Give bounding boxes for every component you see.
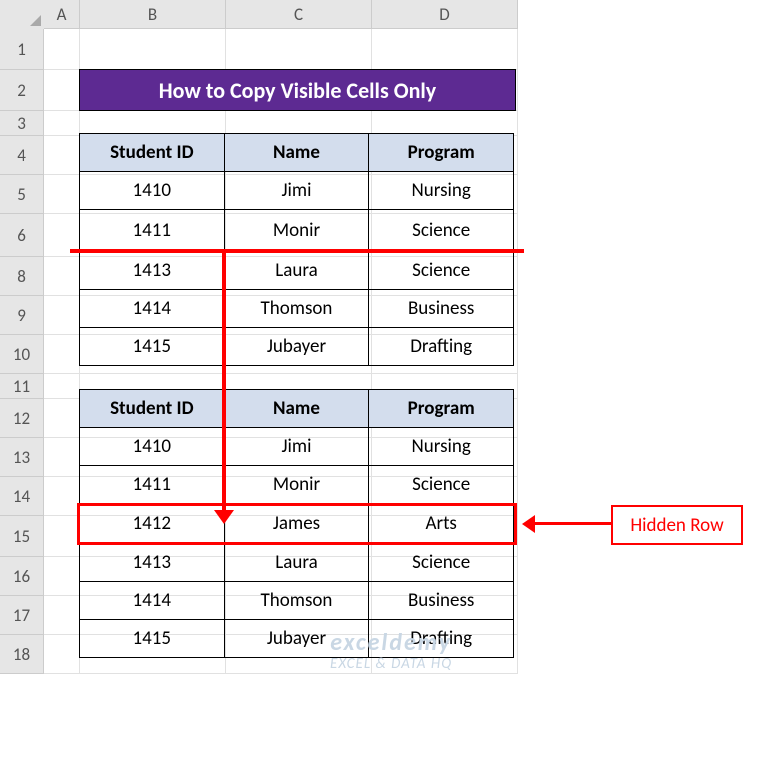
cell[interactable]: Science <box>369 210 514 252</box>
cell[interactable]: 1415 <box>80 620 225 658</box>
cell[interactable]: 1410 <box>80 428 225 466</box>
table-row[interactable]: 1410 Jimi Nursing <box>80 172 514 210</box>
table-row[interactable]: 1414 Thomson Business <box>80 290 514 328</box>
cell[interactable]: Business <box>369 582 514 620</box>
col-header-c[interactable]: C <box>226 0 372 29</box>
table-row[interactable]: 1410 Jimi Nursing <box>80 428 514 466</box>
row-header[interactable]: 15 <box>0 516 44 557</box>
page-title: How to Copy Visible Cells Only <box>79 69 516 111</box>
cell[interactable]: 1415 <box>80 328 225 366</box>
annotation-arrow-line-h <box>533 522 611 525</box>
cell[interactable]: 1413 <box>80 544 225 582</box>
cell[interactable]: 1411 <box>80 210 225 252</box>
cell[interactable]: Thomson <box>224 582 369 620</box>
row-header[interactable]: 14 <box>0 477 44 516</box>
cell[interactable]: 1411 <box>80 466 225 504</box>
cell[interactable]: Science <box>369 466 514 504</box>
cell[interactable]: Monir <box>224 466 369 504</box>
cell[interactable]: Laura <box>224 252 369 290</box>
row-header[interactable]: 8 <box>0 257 44 296</box>
table-row[interactable]: 1414 Thomson Business <box>80 582 514 620</box>
annotation-hidden-divider <box>70 249 524 253</box>
row-header[interactable]: 9 <box>0 296 44 335</box>
row-header[interactable]: 12 <box>0 399 44 438</box>
cell[interactable]: 1410 <box>80 172 225 210</box>
cell[interactable]: Thomson <box>224 290 369 328</box>
cell[interactable]: Jimi <box>224 428 369 466</box>
th[interactable]: Program <box>369 134 514 172</box>
watermark-bottom: EXCEL & DATA HQ <box>330 655 452 673</box>
select-all-corner[interactable] <box>0 0 45 30</box>
row-header[interactable]: 17 <box>0 596 44 635</box>
cell[interactable]: 1414 <box>80 582 225 620</box>
watermark-top: exceldemy <box>330 628 452 657</box>
cell[interactable]: Drafting <box>369 328 514 366</box>
row-header[interactable]: 16 <box>0 557 44 596</box>
th[interactable]: Name <box>224 390 369 428</box>
row-header[interactable]: 4 <box>0 136 44 175</box>
cell[interactable]: Laura <box>224 544 369 582</box>
row-headers: 1 2 3 4 5 6 8 9 10 11 12 13 14 15 16 17 … <box>0 29 44 674</box>
row-header[interactable]: 2 <box>0 70 44 111</box>
annotation-highlight-row <box>77 503 517 545</box>
row-header[interactable]: 18 <box>0 635 44 674</box>
th[interactable]: Student ID <box>80 390 225 428</box>
row-header[interactable]: 5 <box>0 175 44 214</box>
row-header[interactable]: 3 <box>0 111 44 136</box>
cell[interactable]: Science <box>369 544 514 582</box>
watermark: exceldemy EXCEL & DATA HQ <box>330 630 452 673</box>
cell[interactable]: Nursing <box>369 172 514 210</box>
cell[interactable]: Monir <box>224 210 369 252</box>
col-header-d[interactable]: D <box>372 0 518 29</box>
row-header[interactable]: 11 <box>0 374 44 399</box>
cell[interactable]: Jimi <box>224 172 369 210</box>
cell[interactable]: Business <box>369 290 514 328</box>
row-header[interactable]: 13 <box>0 438 44 477</box>
arrow-left-icon <box>522 515 535 533</box>
row-header[interactable]: 1 <box>0 29 44 70</box>
column-headers: A B C D <box>44 0 518 29</box>
cell[interactable]: 1413 <box>80 252 225 290</box>
annotation-label-hidden-row: Hidden Row <box>611 505 743 545</box>
table-row[interactable]: 1415 Jubayer Drafting <box>80 328 514 366</box>
cell[interactable]: Jubayer <box>224 328 369 366</box>
table-row[interactable]: 1411 Monir Science <box>80 466 514 504</box>
row-header[interactable]: 10 <box>0 335 44 374</box>
col-header-b[interactable]: B <box>80 0 226 29</box>
table-row[interactable]: 1413 Laura Science <box>80 252 514 290</box>
row-header[interactable]: 6 <box>0 214 44 257</box>
col-header-a[interactable]: A <box>44 0 80 29</box>
cell[interactable]: Science <box>369 252 514 290</box>
th[interactable]: Student ID <box>80 134 225 172</box>
table-row[interactable]: 1411 Monir Science <box>80 210 514 252</box>
annotation-arrow-line <box>222 253 226 513</box>
cell[interactable]: Nursing <box>369 428 514 466</box>
th[interactable]: Program <box>369 390 514 428</box>
table-row[interactable]: 1413 Laura Science <box>80 544 514 582</box>
cell[interactable]: 1414 <box>80 290 225 328</box>
th[interactable]: Name <box>224 134 369 172</box>
